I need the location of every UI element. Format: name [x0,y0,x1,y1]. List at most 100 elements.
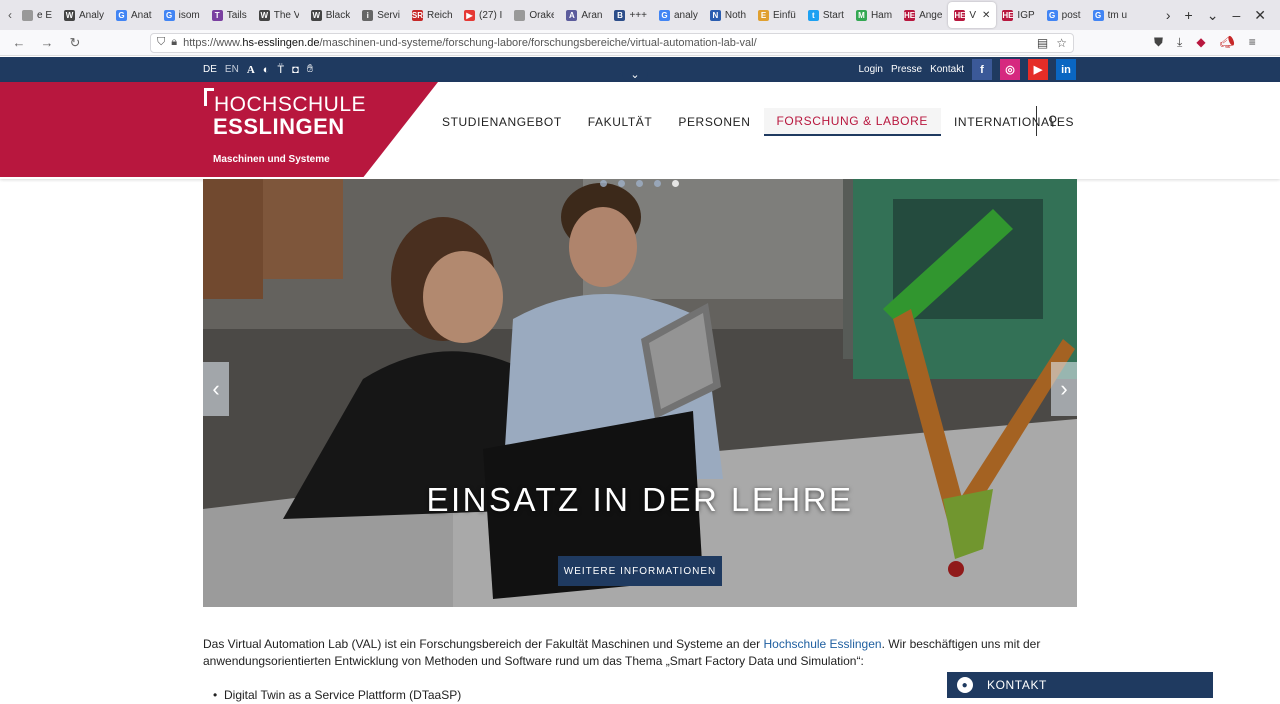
tab-title: Orakeln [529,9,555,21]
tab-title: Servi [377,9,400,21]
contact-button[interactable]: ● KONTAKT [947,672,1213,698]
slider-dot[interactable] [636,180,643,187]
intro-paragraph: Das Virtual Automation Lab (VAL) ist ein… [203,637,1041,668]
downloads-icon[interactable]: ⤓ [1177,35,1182,50]
topic-list: Digital Twin as a Service Plattform (DTa… [203,687,1063,704]
browser-tab[interactable]: HE Ange [898,2,948,28]
browser-tab[interactable]: SR Reich [406,2,458,28]
shield-icon[interactable]: ⛉ [157,36,165,49]
tab-title: Aran [581,9,603,21]
tab-favicon-icon: W [258,9,270,21]
browser-tab[interactable]: HE IGP [996,2,1040,28]
bookmark-star-icon[interactable]: ☆ [1056,36,1067,50]
nav-item-personen[interactable]: PERSONEN [665,108,763,136]
nav-item-studienangebot[interactable]: STUDIENANGEBOT [442,108,575,136]
extension-icon[interactable]: ◆ [1196,35,1205,50]
browser-tab[interactable]: Gpost [1041,2,1087,28]
new-tab-icon[interactable]: + [1185,7,1193,23]
site-header: HOCHSCHULE ESSLINGEN Maschinen und Syste… [0,82,1280,179]
text-style-icon[interactable]: T̈ [277,64,284,76]
easy-language-icon[interactable]: ◘ [292,64,299,76]
browser-tab[interactable]: A Aran [560,2,608,28]
pocket-icon[interactable]: ⛊ [1154,35,1163,50]
more-info-button[interactable]: WEITERE INFORMATIONEN [558,556,722,586]
browser-tab[interactable]: M Ham [850,2,898,28]
slider-dot[interactable] [600,180,607,187]
nav-item-forschung-labore[interactable]: FORSCHUNG & LABORE [763,108,941,136]
tab-favicon-icon: A [566,9,578,21]
nav-item-fakultaet[interactable]: FAKULTÄT [575,108,666,136]
hero-title: EINSATZ IN DER LEHRE [426,481,854,518]
browser-tab[interactable]: N Noth [704,2,752,28]
tab-favicon-icon: W [64,9,76,21]
slider-dot[interactable] [672,180,679,187]
nav-item-internationales[interactable]: INTERNATIONALES [941,108,1087,136]
tab-title: Anat [131,9,152,21]
browser-tab[interactable]: i Servi [356,2,406,28]
forward-icon[interactable]: → [38,35,56,51]
tab-close-icon[interactable]: ✕ [982,10,990,21]
close-window-icon[interactable]: ✕ [1254,7,1266,24]
tab-favicon-icon: N [709,9,721,21]
browser-tab[interactable]: Gtm u [1087,2,1133,28]
tab-title: Analy [79,9,105,21]
lock-icon[interactable]: 🔒︎ [171,36,177,49]
lang-de-link[interactable]: DE [203,64,217,75]
linkedin-icon[interactable]: in [1056,59,1076,80]
menu-hamburger-icon[interactable]: ≡ [1249,35,1256,50]
back-icon[interactable]: ← [10,35,28,51]
browser-tab[interactable]: t Start [802,2,850,28]
browser-tab[interactable]: Ganaly [653,2,704,28]
tab-title: Black [325,9,351,21]
lang-en-link[interactable]: EN [225,64,239,75]
search-icon[interactable]: ⚲ [1048,113,1058,129]
tab-favicon-icon: SR [411,9,424,21]
person-icon: ● [957,677,973,693]
tab-scroll-right-icon[interactable]: › [1166,7,1171,23]
browser-tab-active[interactable]: HE Vir ✕ [948,2,997,28]
tab-title: Vir [969,9,976,21]
reload-icon[interactable]: ↻ [66,35,84,51]
kontakt-link[interactable]: Kontakt [930,64,964,75]
tab-list-chevron-icon[interactable]: ⌄ [1207,7,1219,24]
presse-link[interactable]: Presse [891,64,922,75]
browser-tab[interactable]: G Anat [110,2,158,28]
minimize-icon[interactable]: – [1232,7,1240,23]
instagram-icon[interactable]: ◎ [1000,59,1020,80]
browser-tab[interactable]: Orakeln [508,2,560,28]
address-bar[interactable]: ⛉ 🔒︎ https://www.hs-esslingen.de/maschin… [150,32,1074,53]
tab-favicon-icon: W [310,9,322,21]
tab-title: tm u [1107,9,1128,21]
slider-dot[interactable] [654,180,661,187]
tab-favicon-icon: M [855,9,867,21]
megaphone-icon[interactable]: 📣︎ [1220,35,1235,50]
sign-language-icon[interactable]: ✋︎ [307,63,313,76]
tab-title: (27) I [478,9,503,21]
browser-tab[interactable]: B +++ [608,2,653,28]
font-size-icon[interactable]: A [247,64,255,76]
slider-prev-arrow-icon[interactable]: ‹ [203,362,229,416]
youtube-icon[interactable]: ▶ [1028,59,1048,80]
contrast-icon[interactable]: ◐ [263,64,270,76]
browser-tab[interactable]: W The V [253,2,305,28]
browser-tab[interactable]: W Black [305,2,356,28]
browser-tab[interactable]: e E [16,2,58,28]
tab-title: Tails [226,9,247,21]
contact-label: KONTAKT [987,678,1047,692]
browser-tab[interactable]: Gisom [158,2,206,28]
browser-tab[interactable]: E Einfü [752,2,802,28]
reader-view-icon[interactable]: ▤ [1037,36,1048,50]
hochschule-link[interactable]: Hochschule Esslingen [764,637,882,651]
browser-tab[interactable]: ▶ (27) I [458,2,508,28]
tab-scroll-left-icon[interactable]: ‹ [4,0,16,30]
browser-tab[interactable]: W Analy [58,2,110,28]
facebook-icon[interactable]: f [972,59,992,80]
slider-dot[interactable] [618,180,625,187]
tab-title: Start [822,9,844,21]
url-text[interactable]: https://www.hs-esslingen.de/maschinen-un… [183,37,1031,49]
tab-title: Reich [426,9,452,21]
slider-next-arrow-icon[interactable]: › [1051,362,1077,416]
tab-list: e E W Analy G Anat Gisom T Tails W The V W Black i Se… [16,2,948,28]
browser-tab[interactable]: T Tails [206,2,253,28]
login-link[interactable]: Login [858,64,882,75]
